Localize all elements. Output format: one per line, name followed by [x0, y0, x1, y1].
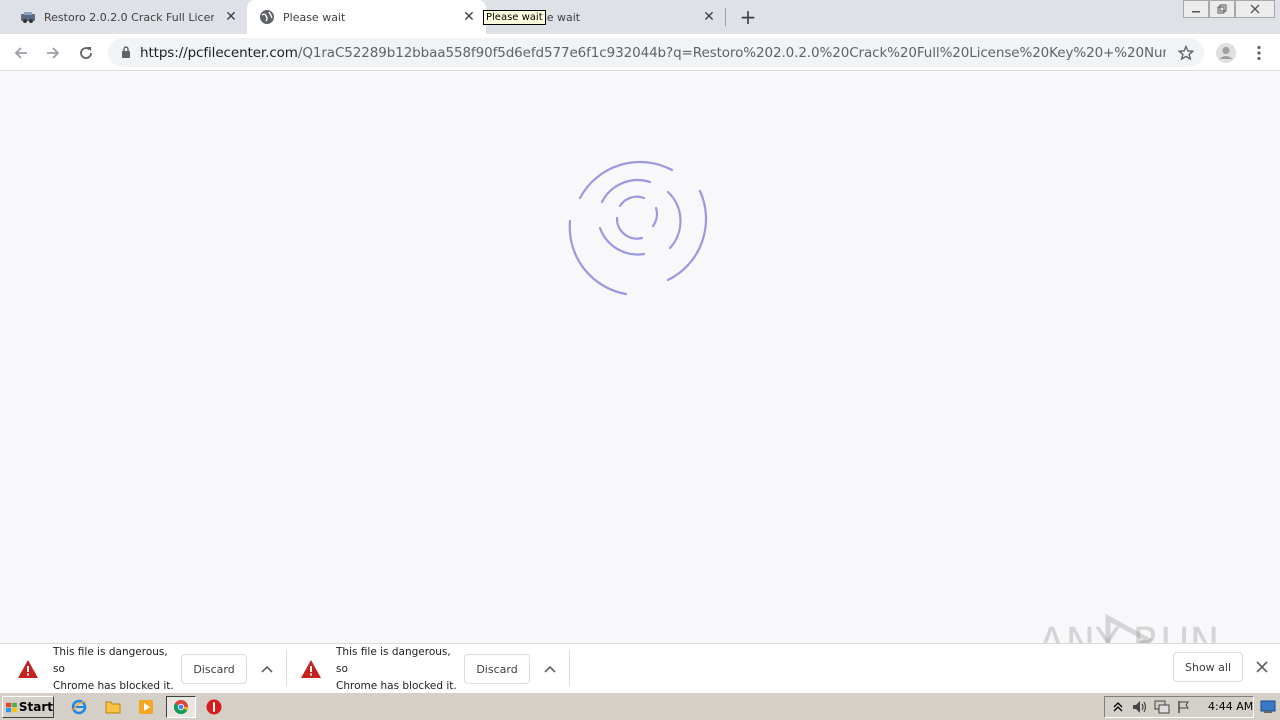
download-warning-text: This file is dangerous, so Chrome has bl… — [53, 644, 179, 695]
volume-icon[interactable] — [1131, 698, 1149, 716]
download-warning-text: This file is dangerous, so Chrome has bl… — [336, 644, 462, 695]
network-icon[interactable] — [1153, 698, 1171, 716]
new-tab-button[interactable]: + — [737, 5, 759, 29]
tab-title: se wait — [541, 10, 581, 24]
address-bar[interactable]: https://pcfilecenter.com/Q1raC52289b12bb… — [108, 38, 1204, 67]
loading-spinner-icon — [568, 160, 708, 296]
tab-title: Restoro 2.0.2.0 Crack Full License K — [44, 10, 214, 24]
windows-flag-icon — [6, 702, 17, 712]
media-player-icon[interactable] — [137, 698, 155, 716]
url-host: https://pcfilecenter.com — [140, 44, 298, 61]
url-text: https://pcfilecenter.com/Q1raC52289b12bb… — [140, 45, 1166, 61]
show-all-button[interactable]: Show all — [1173, 652, 1243, 682]
page-content — [0, 72, 1280, 643]
discard-button[interactable]: Discard — [464, 654, 530, 684]
close-icon[interactable]: ✕ — [224, 9, 238, 25]
arrow-right-icon — [47, 47, 60, 59]
minimize-icon[interactable] — [1183, 0, 1209, 18]
taskbar-clock[interactable]: 4:44 AM — [1208, 700, 1253, 713]
tab-please-wait[interactable]: Please wait ✕ — [247, 0, 486, 34]
download-item[interactable]: This file is dangerous, so Chrome has bl… — [300, 646, 562, 692]
url-path: /Q1raC52289b12bbaa558f90f5d6efd577e6f1c9… — [297, 44, 1166, 61]
profile-avatar-icon[interactable] — [1215, 42, 1237, 64]
close-icon[interactable]: ✕ — [462, 9, 476, 25]
reload-icon — [80, 47, 92, 59]
download-warning-line1: This file is dangerous, so — [53, 645, 168, 675]
tab-separator — [725, 8, 726, 26]
stop-sign-icon[interactable] — [205, 698, 223, 716]
forward-button[interactable] — [42, 42, 64, 64]
tab-tooltip: Please wait — [483, 10, 546, 25]
kebab-menu-icon[interactable] — [1249, 42, 1269, 64]
back-button[interactable] — [10, 42, 32, 64]
internet-explorer-icon[interactable] — [70, 698, 88, 716]
lock-icon[interactable] — [120, 46, 132, 60]
folder-icon[interactable] — [104, 698, 122, 716]
close-icon[interactable] — [1253, 658, 1271, 676]
restoro-favicon-icon — [20, 9, 36, 25]
taskbar: Start 4:44 AM — [0, 692, 1280, 720]
close-icon[interactable]: ✕ — [702, 9, 716, 25]
window-close-icon[interactable] — [1235, 0, 1275, 18]
chevron-up-icon[interactable] — [255, 657, 279, 681]
chrome-icon[interactable] — [172, 698, 190, 716]
warning-icon — [301, 660, 321, 678]
download-separator — [569, 650, 570, 686]
restore-icon[interactable] — [1209, 0, 1235, 18]
discard-button[interactable]: Discard — [181, 654, 247, 684]
start-label: Start — [18, 700, 53, 714]
download-warning-line1: This file is dangerous, so — [336, 645, 451, 675]
download-item[interactable]: This file is dangerous, so Chrome has bl… — [17, 646, 279, 692]
warning-icon — [18, 660, 38, 678]
window-controls — [1183, 0, 1275, 18]
chevron-up-icon[interactable] — [538, 657, 562, 681]
start-button[interactable]: Start — [2, 696, 54, 718]
tab-strip: Restoro 2.0.2.0 Crack Full License K ✕ P… — [0, 0, 1280, 34]
tab-restoro[interactable]: Restoro 2.0.2.0 Crack Full License K ✕ — [0, 0, 246, 34]
reload-button[interactable] — [75, 42, 97, 64]
tab-title: Please wait — [283, 10, 346, 24]
arrow-left-icon — [14, 47, 27, 59]
show-desktop-icon[interactable] — [1258, 696, 1278, 718]
browser-window: Restoro 2.0.2.0 Crack Full License K ✕ P… — [0, 0, 1280, 720]
star-icon[interactable] — [1177, 44, 1195, 61]
tray-expand-icon[interactable] — [1109, 698, 1127, 716]
browser-toolbar: https://pcfilecenter.com/Q1raC52289b12bb… — [0, 34, 1280, 71]
download-separator — [286, 650, 287, 686]
download-shelf: This file is dangerous, so Chrome has bl… — [0, 643, 1280, 692]
action-center-flag-icon[interactable] — [1175, 698, 1193, 716]
globe-icon — [259, 9, 275, 25]
